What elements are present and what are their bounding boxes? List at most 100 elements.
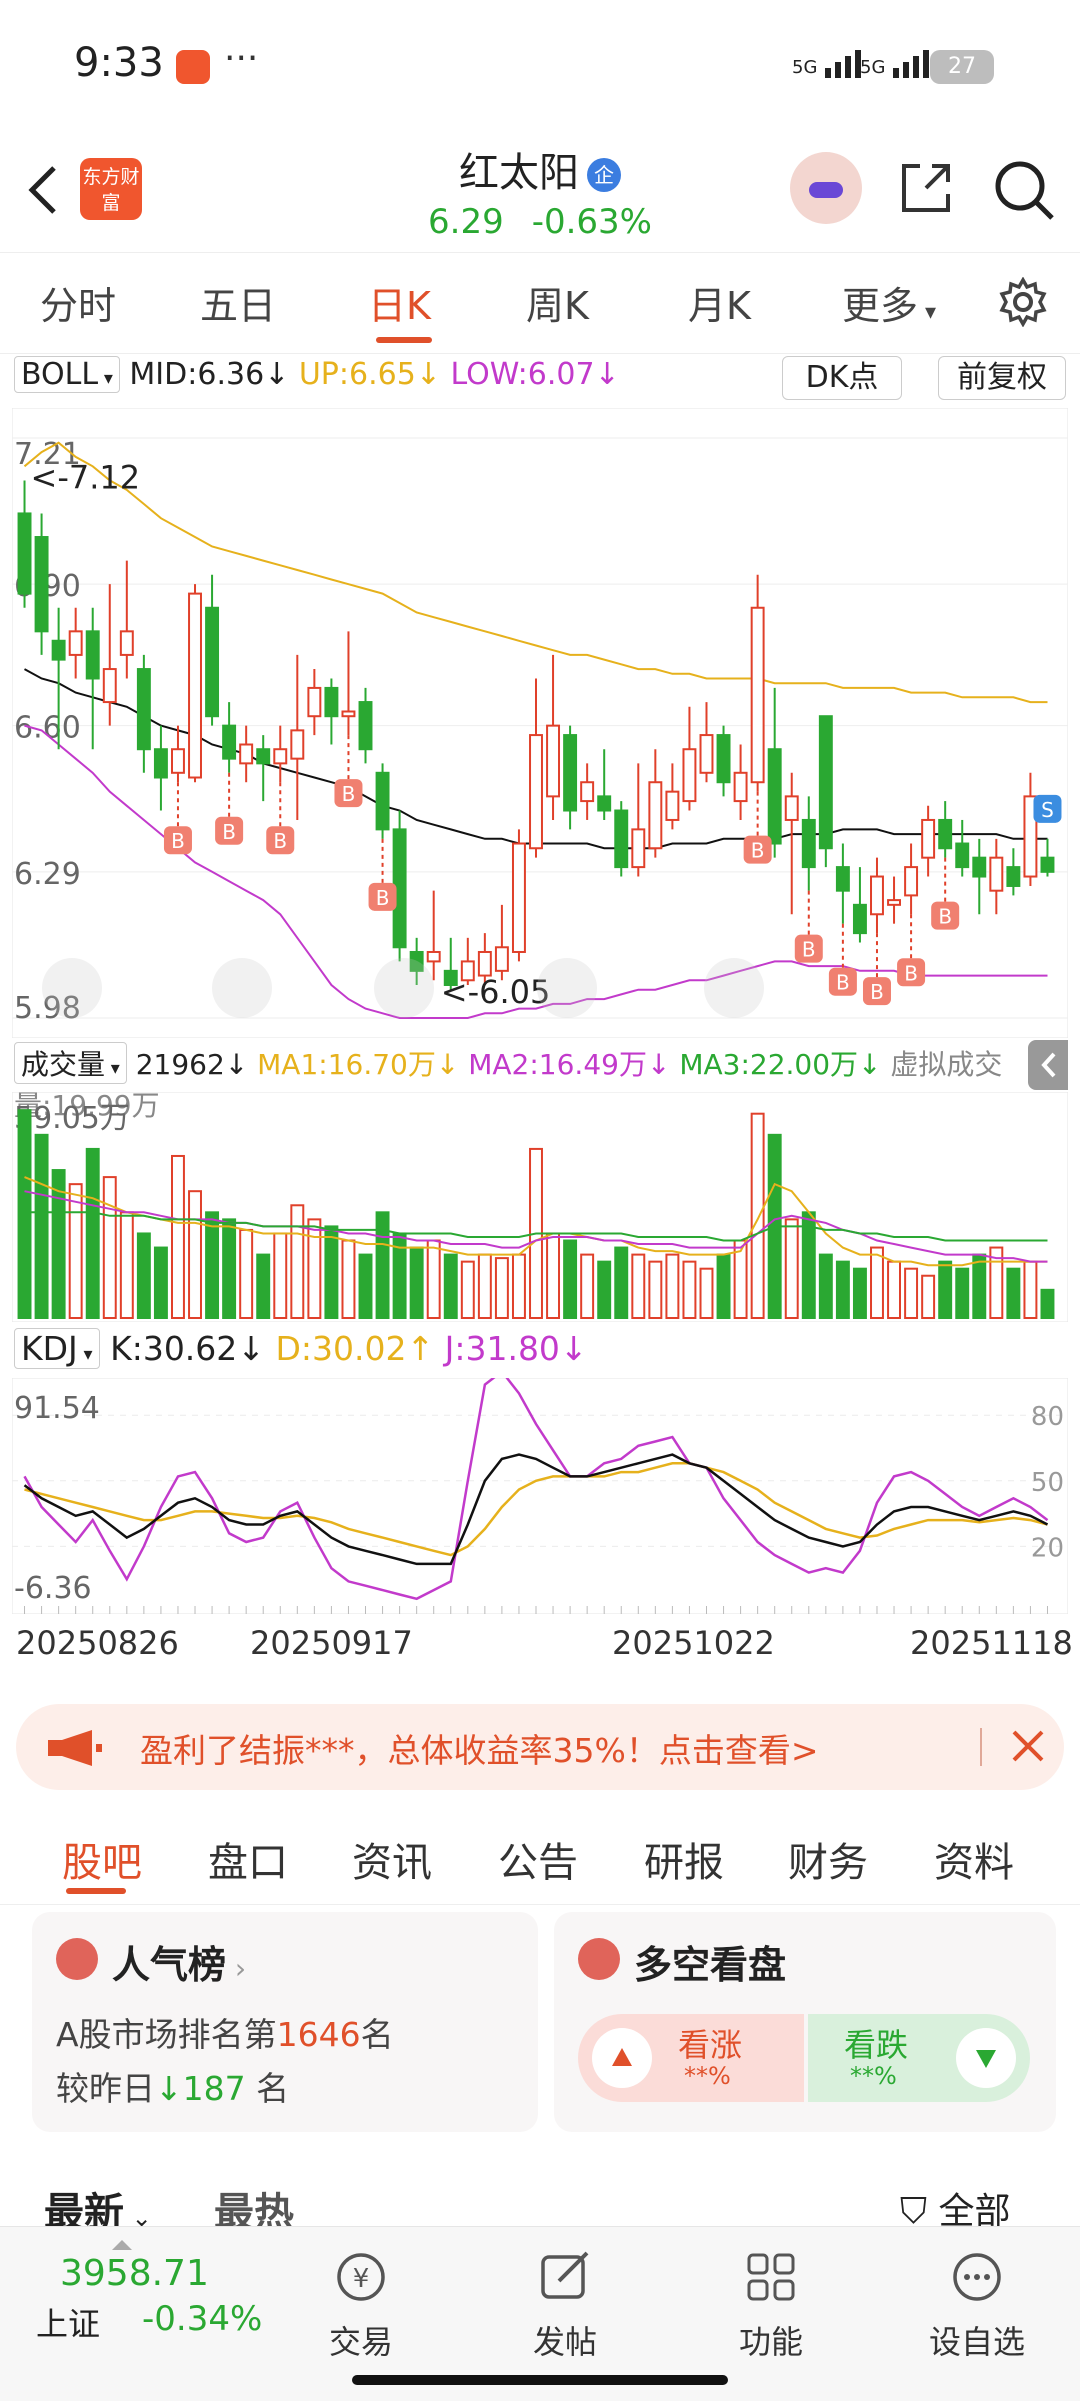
- candle-body: [426, 950, 441, 963]
- collapse-side-button[interactable]: [1028, 1040, 1068, 1090]
- date-label: 20250826: [16, 1624, 179, 1662]
- volume-bar: [597, 1260, 612, 1319]
- nav-add-watchlist[interactable]: 设自选: [912, 2247, 1042, 2363]
- rank-change-suffix: 名: [245, 2069, 290, 2108]
- candle-body: [273, 748, 288, 765]
- volume-bar: [1023, 1260, 1038, 1319]
- volume-bar: [631, 1253, 646, 1319]
- home-indicator: [352, 2375, 728, 2385]
- tab-daily-k[interactable]: 日K: [368, 275, 431, 330]
- tab-monthly-k[interactable]: 月K: [688, 275, 751, 330]
- chevron-right-icon: ›: [226, 1952, 247, 1985]
- buy-marker-label: B: [222, 820, 236, 844]
- caret-down-icon: ▾: [918, 300, 937, 325]
- tab-research[interactable]: 研报: [644, 1830, 724, 1888]
- tab-more[interactable]: 更多 ▾: [842, 275, 936, 330]
- buy-marker-label: B: [870, 980, 884, 1004]
- candle-body: [750, 606, 765, 784]
- volume-bar: [375, 1211, 390, 1319]
- kdj-select[interactable]: KDJ ▾: [14, 1328, 100, 1369]
- volume-bar: [290, 1204, 305, 1319]
- vote-up-label: 看涨: [678, 2026, 743, 2064]
- candle-body: [85, 630, 100, 680]
- chart-frame: [12, 408, 1068, 1038]
- chart-prev-button[interactable]: [42, 958, 102, 1018]
- volume-bar: [494, 1257, 509, 1319]
- volume-indicator-bar: 成交量 ▾ 21962↓ MA1:16.70万↓ MA2:16.49万↓ MA3…: [14, 1042, 1070, 1122]
- tab-news[interactable]: 资讯: [352, 1830, 432, 1888]
- volume-bar: [477, 1253, 492, 1319]
- k-line-chart[interactable]: 7.216.906.606.295.98BBBBBBBBBBBS<-7.12<-…: [12, 408, 1068, 1038]
- index-value[interactable]: 3958.71: [60, 2253, 209, 2294]
- dk-point-button[interactable]: DK点: [782, 356, 902, 400]
- chart-pan-button[interactable]: [537, 958, 597, 1018]
- candle-body: [818, 715, 833, 850]
- nav-trade[interactable]: ¥ 交易: [296, 2247, 426, 2363]
- popularity-card[interactable]: 人气榜 › A股市场排名第1646名 较昨日↓187 名: [32, 1912, 538, 2132]
- volume-bar: [256, 1253, 271, 1319]
- vote-bullish-button[interactable]: 看涨 **%: [578, 2014, 804, 2102]
- search-button[interactable]: [992, 158, 1056, 222]
- kdj-level-label: 20: [1031, 1533, 1064, 1563]
- candle-body: [290, 729, 305, 760]
- volume-chart[interactable]: 59.05万: [12, 1092, 1068, 1322]
- buy-marker-label: B: [171, 829, 185, 853]
- high-price-annotation: <-7.12: [31, 458, 141, 496]
- volume-bar: [17, 1109, 32, 1320]
- volume-ma3: MA3:22.00万↓: [679, 1048, 882, 1081]
- candle-body: [188, 592, 202, 779]
- assistant-avatar-icon[interactable]: [790, 152, 862, 224]
- volume-bar: [750, 1112, 765, 1319]
- chart-frame: [12, 1378, 1068, 1614]
- candle-body: [852, 903, 867, 935]
- signal-icon-2: 5G: [860, 48, 935, 78]
- tab-intraday[interactable]: 分时: [40, 275, 116, 330]
- tab-announcements[interactable]: 公告: [498, 1830, 578, 1888]
- volume-select[interactable]: 成交量 ▾: [14, 1042, 127, 1084]
- tab-guba[interactable]: 股吧: [62, 1830, 142, 1888]
- subtab-active-indicator: [66, 1888, 126, 1894]
- promo-banner[interactable]: 盈利了结振***，总体收益率35%！点击查看>: [16, 1704, 1064, 1790]
- volume-bar: [136, 1232, 151, 1319]
- candle-body: [307, 686, 322, 718]
- kdj-chart[interactable]: 80 50 20 91.54 -6.36: [12, 1378, 1068, 1614]
- volume-bar: [273, 1232, 288, 1319]
- share-button[interactable]: [896, 158, 956, 218]
- tab-weekly-k[interactable]: 周K: [526, 275, 589, 330]
- volume-bar: [682, 1260, 697, 1319]
- forward-adjust-button[interactable]: 前复权: [938, 356, 1066, 400]
- candle-body: [239, 743, 254, 765]
- nav-trade-label: 交易: [328, 2323, 393, 2361]
- stock-name: 红太阳: [459, 150, 579, 196]
- volume-bar: [955, 1267, 970, 1319]
- status-bar: 9:33 ··· 5G 5G 27: [0, 0, 1080, 140]
- rank-value: 1646: [276, 2015, 361, 2054]
- settings-button[interactable]: [998, 276, 1048, 328]
- buy-marker-label: B: [802, 938, 816, 962]
- candle-body: [153, 748, 168, 779]
- triangle-up-icon: [592, 2028, 652, 2088]
- tab-five-day[interactable]: 五日: [200, 275, 276, 330]
- promo-close-button[interactable]: [1006, 1724, 1050, 1768]
- candle-body: [256, 748, 271, 765]
- volume-bar: [153, 1246, 168, 1319]
- tab-pankou[interactable]: 盘口: [208, 1830, 288, 1888]
- rank-change-value: 187: [182, 2069, 246, 2108]
- indicator-select[interactable]: BOLL ▾: [14, 356, 120, 393]
- volume-ma2: MA2:16.49万↓: [468, 1048, 671, 1081]
- tab-profile[interactable]: 资料: [934, 1830, 1014, 1888]
- vote-bearish-button[interactable]: 看跌 **%: [808, 2014, 1030, 2102]
- tab-finance[interactable]: 财务: [788, 1830, 868, 1888]
- candle-body: [904, 866, 919, 897]
- zoom-out-button[interactable]: [212, 958, 272, 1018]
- vote-up-percent: **%: [684, 2062, 731, 2090]
- chart-next-button[interactable]: [704, 958, 764, 1018]
- zoom-in-button[interactable]: [374, 958, 434, 1018]
- candle-body: [341, 710, 356, 718]
- nav-post[interactable]: 发帖: [500, 2247, 630, 2363]
- volume-bar: [68, 1183, 83, 1319]
- edit-icon: [541, 2251, 589, 2299]
- current-price: 6.29: [428, 202, 504, 242]
- nav-functions[interactable]: 功能: [706, 2247, 836, 2363]
- candle-body: [716, 734, 731, 784]
